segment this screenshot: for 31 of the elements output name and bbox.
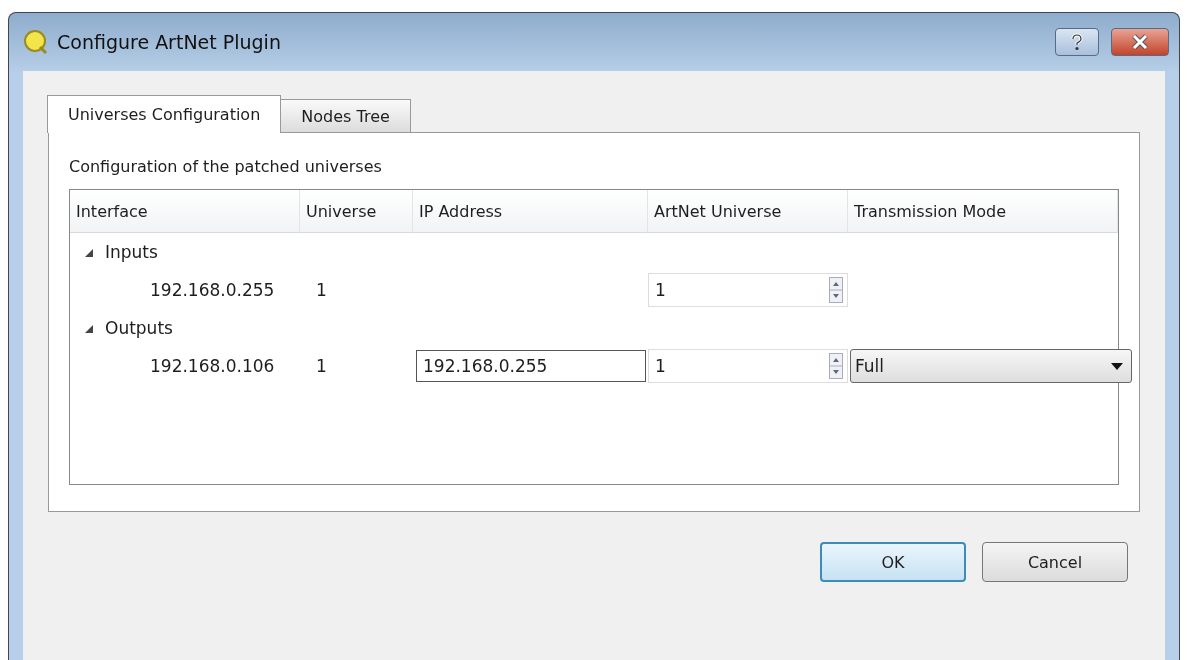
column-header[interactable]: ArtNet Universe bbox=[648, 190, 848, 233]
spin-box[interactable]: 1 bbox=[648, 349, 848, 383]
description-label: Configuration of the patched universes bbox=[69, 157, 383, 176]
dropdown[interactable]: Full bbox=[850, 349, 1132, 383]
column-header[interactable]: IP Address bbox=[413, 190, 648, 233]
app-logo-icon bbox=[23, 29, 49, 55]
column-header[interactable]: Transmission Mode bbox=[848, 190, 1118, 233]
universe-cell-text: 1 bbox=[315, 280, 328, 300]
interface-cell-text: 192.168.0.106 bbox=[149, 356, 276, 376]
ip-address-field[interactable]: 192.168.0.255 bbox=[416, 350, 646, 382]
spin-box[interactable]: 1 bbox=[648, 273, 848, 307]
column-header[interactable]: Universe bbox=[300, 190, 413, 233]
caret-icon bbox=[1111, 362, 1123, 370]
universe-cell-text: 1 bbox=[315, 356, 328, 376]
ok-button[interactable]: OK bbox=[820, 542, 966, 582]
spin-arrows-icon[interactable] bbox=[829, 277, 843, 303]
close-icon bbox=[1131, 34, 1149, 50]
expanded-arrow-icon[interactable] bbox=[84, 247, 93, 257]
expanded-arrow-icon[interactable] bbox=[84, 323, 93, 333]
close-button[interactable] bbox=[1111, 28, 1169, 56]
tree-group-label[interactable]: Outputs bbox=[105, 318, 173, 338]
column-header[interactable]: Interface bbox=[70, 190, 300, 233]
spin-arrows-icon[interactable] bbox=[829, 353, 843, 379]
tree-group-label[interactable]: Inputs bbox=[105, 242, 158, 262]
tab[interactable]: Universes Configuration bbox=[47, 95, 282, 133]
tab[interactable]: Nodes Tree bbox=[280, 99, 411, 132]
help-button[interactable] bbox=[1055, 28, 1099, 56]
interface-cell-text: 192.168.0.255 bbox=[149, 280, 276, 300]
window-title: Configure ArtNet Plugin bbox=[57, 31, 282, 53]
cancel-button[interactable]: Cancel bbox=[982, 542, 1128, 582]
help-icon bbox=[1070, 33, 1084, 51]
